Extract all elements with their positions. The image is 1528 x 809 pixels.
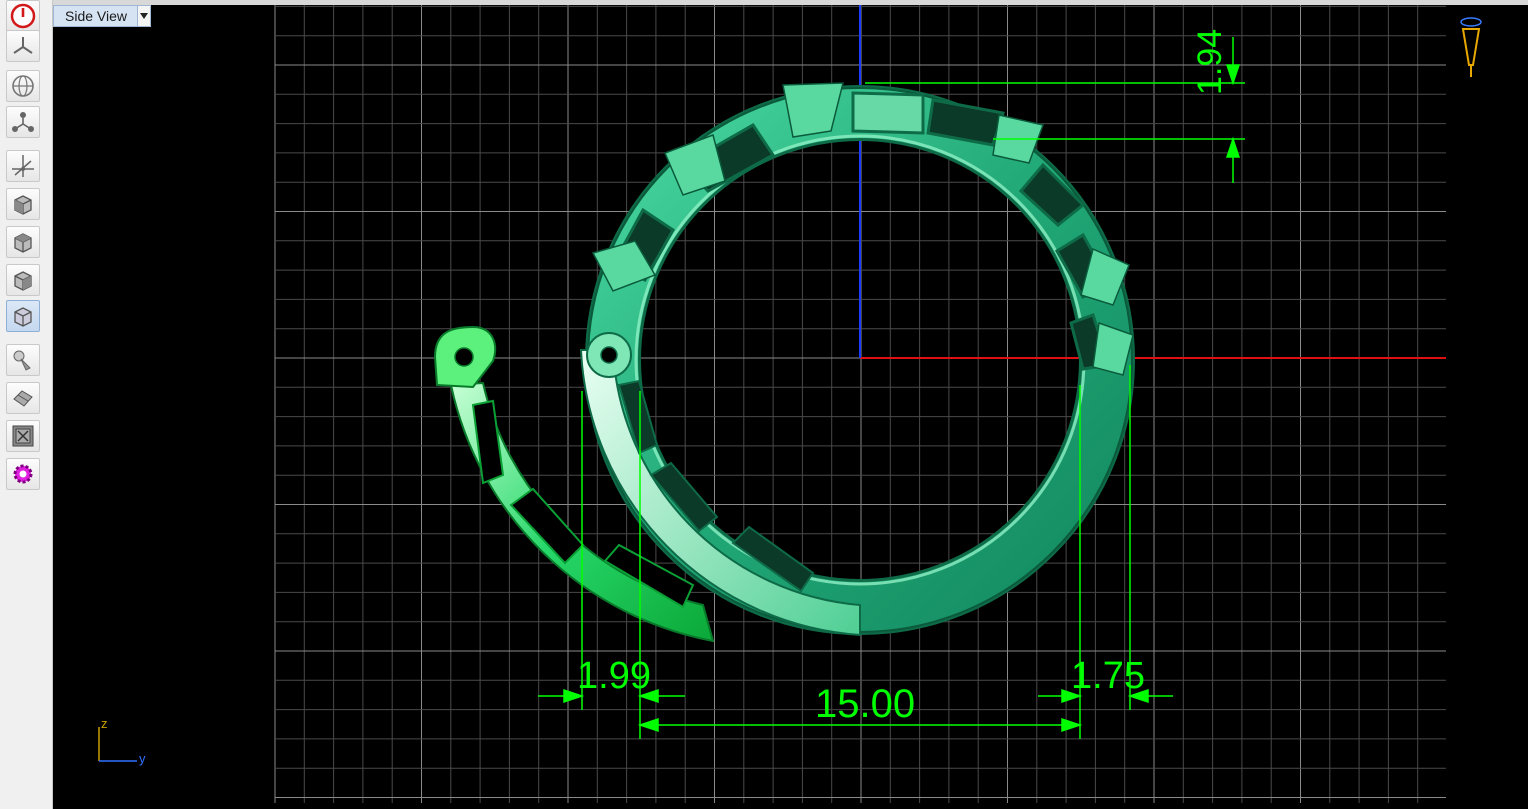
axes-icon bbox=[12, 155, 34, 177]
view-name-label: Side View bbox=[65, 8, 128, 24]
pivot-icon bbox=[12, 112, 34, 132]
dimension-label-inner-diameter[interactable]: 15.00 bbox=[815, 684, 915, 724]
pan-tool-button[interactable] bbox=[6, 106, 40, 138]
view-dropdown-button[interactable] bbox=[137, 6, 151, 26]
axis-label-z: z bbox=[101, 716, 108, 731]
rotate-tool-button[interactable] bbox=[6, 30, 40, 62]
axis-triad bbox=[98, 727, 137, 762]
axis-tool-button[interactable] bbox=[6, 150, 40, 182]
render-button[interactable] bbox=[6, 344, 40, 376]
viewport-scene bbox=[98, 5, 1482, 803]
power-icon bbox=[10, 3, 36, 29]
settings-button[interactable] bbox=[6, 458, 40, 490]
cube-right-icon bbox=[14, 271, 32, 291]
front-view-button[interactable] bbox=[6, 188, 40, 220]
right-view-button[interactable] bbox=[6, 264, 40, 296]
power-button[interactable] bbox=[6, 0, 40, 32]
zoom-fit-button[interactable] bbox=[6, 420, 40, 452]
tripod-icon bbox=[13, 37, 33, 54]
view-toolbar bbox=[0, 0, 53, 809]
axis-label-y: y bbox=[139, 751, 146, 766]
render-icon bbox=[13, 350, 31, 371]
camera-light-icon bbox=[1460, 17, 1482, 77]
dimension-label-top-height[interactable]: 1.94 bbox=[1191, 29, 1229, 95]
cube-front-icon bbox=[14, 195, 32, 215]
material-icon bbox=[13, 390, 33, 407]
3d-viewport[interactable]: 1.94 1.99 15.00 1.75 z y Side View bbox=[53, 5, 1528, 809]
globe-icon bbox=[12, 75, 34, 97]
zoom-extents-icon bbox=[12, 425, 34, 447]
view-name-selector[interactable]: Side View bbox=[53, 5, 152, 27]
chevron-down-icon bbox=[140, 13, 149, 19]
top-view-button[interactable] bbox=[6, 226, 40, 258]
cube-top-icon bbox=[14, 233, 32, 253]
globe-view-button[interactable] bbox=[6, 70, 40, 102]
gear-icon bbox=[13, 464, 33, 484]
dimension-label-right-width[interactable]: 1.75 bbox=[1071, 657, 1145, 695]
material-button[interactable] bbox=[6, 382, 40, 414]
cube-side-icon bbox=[14, 307, 32, 327]
dimension-label-left-width[interactable]: 1.99 bbox=[577, 657, 651, 695]
side-view-button[interactable] bbox=[6, 300, 40, 332]
